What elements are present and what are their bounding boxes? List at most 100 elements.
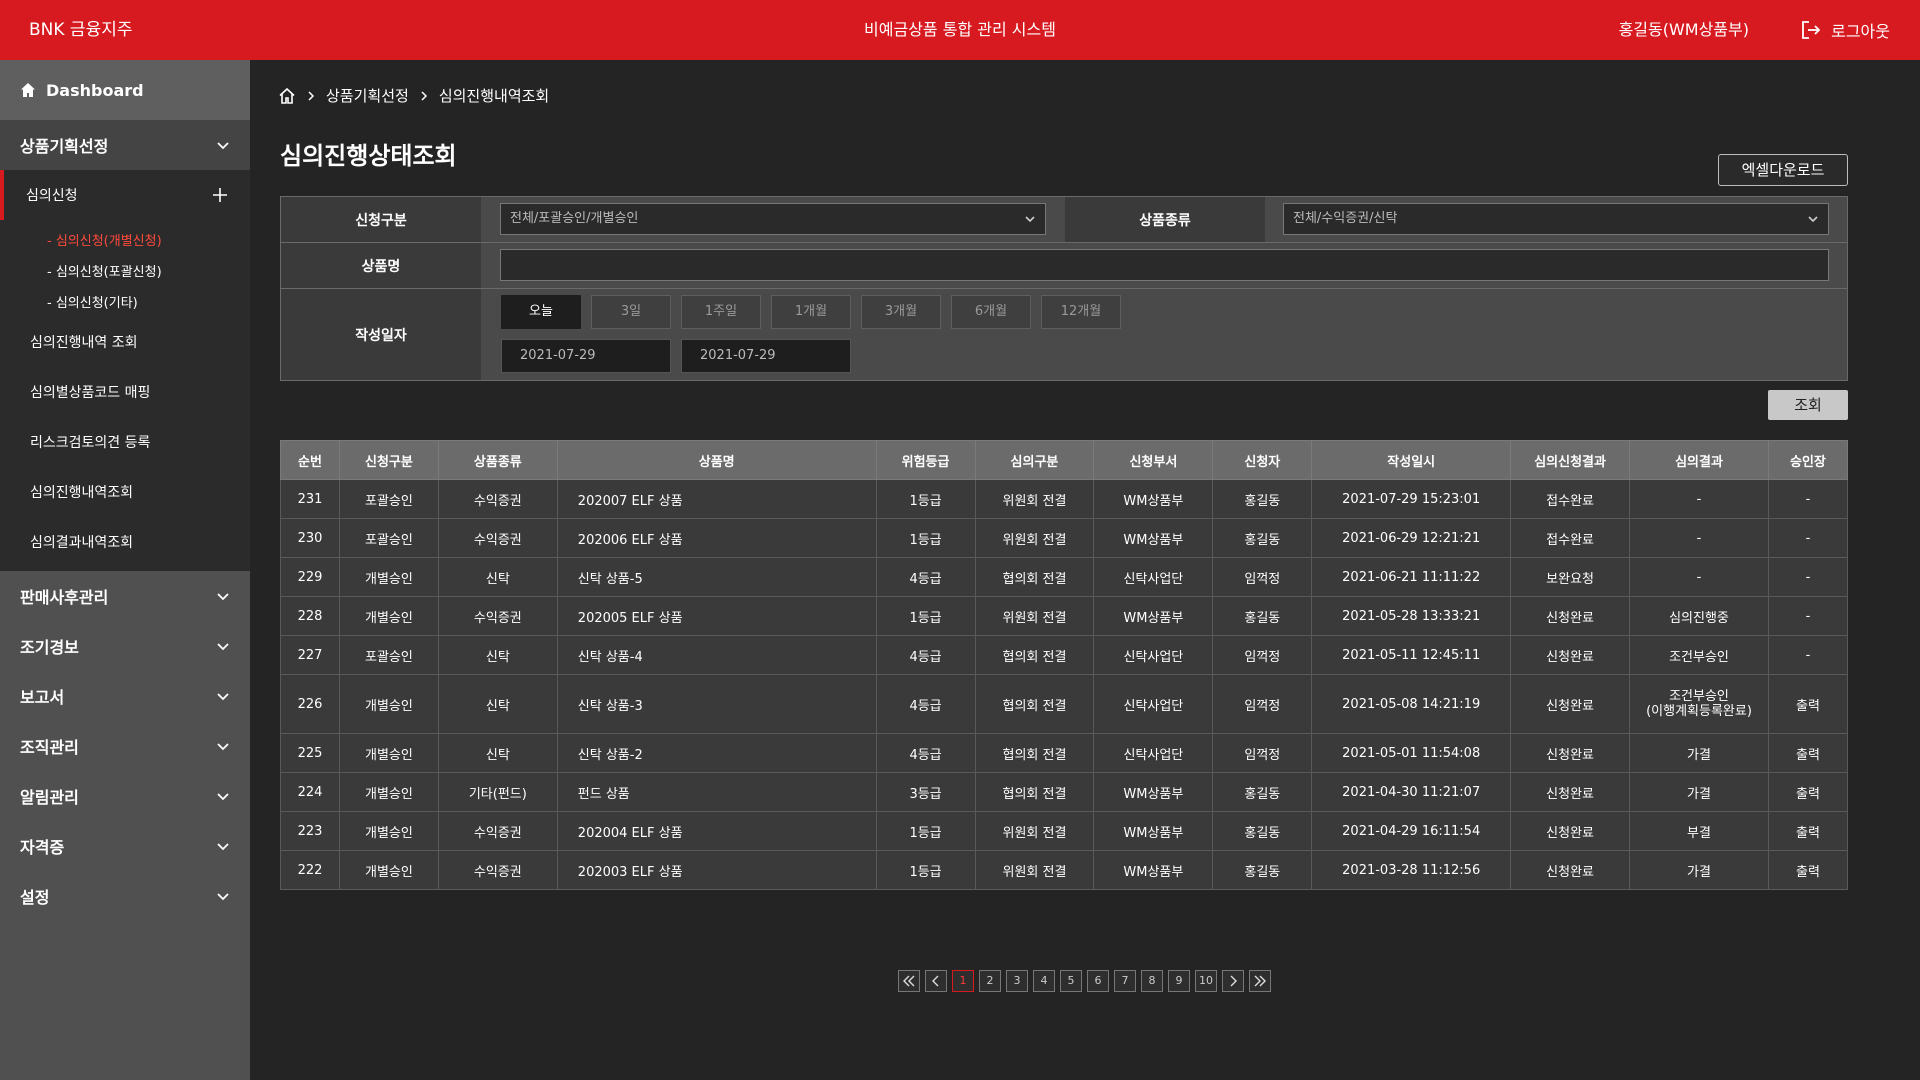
home-icon[interactable] bbox=[278, 87, 296, 105]
page-number-button[interactable]: 5 bbox=[1060, 970, 1082, 992]
last-page-button[interactable] bbox=[1249, 970, 1271, 992]
product-type-select[interactable]: 전체/수익증권/신탁 bbox=[1283, 203, 1829, 235]
table-cell: 224 bbox=[280, 772, 340, 812]
sidebar-item-review-result[interactable]: 심의결과내역조회 bbox=[0, 517, 250, 567]
table-cell[interactable]: 202007 ELF 상품 bbox=[556, 479, 877, 519]
table-row[interactable]: 226 개별승인 신탁 신탁 상품-3 4등급 협의회 전결 신탁사업단 임꺽정 2021-05… bbox=[280, 674, 1849, 734]
date-from-input[interactable]: 2021-07-29 bbox=[501, 339, 671, 373]
breadcrumb-item[interactable]: 심의진행내역조회 bbox=[439, 85, 549, 106]
sidebar-item-code-mapping[interactable]: 심의별상품코드 매핑 bbox=[0, 367, 250, 417]
brand-logo[interactable]: BNK 금융지주 bbox=[29, 0, 133, 60]
table-row[interactable]: 230 포괄승인 수익증권 202006 ELF 상품 1등급 위원회 전결 WM상품부 홍길… bbox=[280, 518, 1849, 558]
table-cell: 신청완료 bbox=[1510, 772, 1631, 812]
sidebar-item-dashboard[interactable]: Dashboard bbox=[0, 60, 250, 120]
table-cell[interactable]: 신탁 상품-4 bbox=[556, 635, 877, 675]
table-cell: 협의회 전결 bbox=[974, 635, 1095, 675]
date-to-input[interactable]: 2021-07-29 bbox=[681, 339, 851, 373]
period-1month-button[interactable]: 1개월 bbox=[771, 295, 851, 329]
logout-button[interactable]: 로그아웃 bbox=[1799, 0, 1890, 60]
sidebar-item-individual-request[interactable]: - 심의신청(개별신청) bbox=[0, 224, 250, 255]
table-cell: 개별승인 bbox=[338, 557, 439, 597]
prev-page-button[interactable] bbox=[925, 970, 947, 992]
table-cell: 신청완료 bbox=[1510, 733, 1631, 773]
table-row[interactable]: 225 개별승인 신탁 신탁 상품-2 4등급 협의회 전결 신탁사업단 임꺽정 2021-05… bbox=[280, 733, 1849, 773]
sidebar-menu-settings[interactable]: 설정 bbox=[0, 871, 250, 921]
sidebar-item-review-progress[interactable]: 심의진행내역조회 bbox=[0, 467, 250, 517]
sidebar-item-bulk-request[interactable]: - 심의신청(포괄신청) bbox=[0, 255, 250, 286]
table-cell[interactable]: 출력 bbox=[1767, 850, 1849, 890]
period-3month-button[interactable]: 3개월 bbox=[861, 295, 941, 329]
table-row[interactable]: 223 개별승인 수익증권 202004 ELF 상품 1등급 위원회 전결 WM상품부 홍길… bbox=[280, 811, 1849, 851]
sidebar-menu-reports[interactable]: 보고서 bbox=[0, 671, 250, 721]
next-page-button[interactable] bbox=[1222, 970, 1244, 992]
table-cell: 2021-05-01 11:54:08 bbox=[1311, 733, 1512, 773]
period-1week-button[interactable]: 1주일 bbox=[681, 295, 761, 329]
table-cell: 4등급 bbox=[875, 635, 976, 675]
page-number-button[interactable]: 10 bbox=[1195, 970, 1217, 992]
first-page-button[interactable] bbox=[898, 970, 920, 992]
sidebar-menu-notifications[interactable]: 알림관리 bbox=[0, 771, 250, 821]
user-name: 홍길동(WM상품부) bbox=[1618, 20, 1749, 39]
sidebar-item-review-history[interactable]: 심의진행내역 조회 bbox=[0, 317, 250, 367]
table-cell[interactable]: 202004 ELF 상품 bbox=[556, 811, 877, 851]
table-cell[interactable]: 신탁 상품-5 bbox=[556, 557, 877, 597]
page-number-button[interactable]: 7 bbox=[1114, 970, 1136, 992]
table-cell[interactable]: 출력 bbox=[1767, 674, 1849, 734]
column-header: 신청자 bbox=[1212, 440, 1313, 480]
table-cell: 홍길동 bbox=[1212, 596, 1313, 636]
page-number-button[interactable]: 9 bbox=[1168, 970, 1190, 992]
chevron-right-icon bbox=[1230, 975, 1237, 987]
table-cell: 신탁 bbox=[437, 674, 558, 734]
table-cell[interactable]: 202006 ELF 상품 bbox=[556, 518, 877, 558]
chevron-down-icon bbox=[217, 693, 229, 701]
sidebar-item-other-request[interactable]: - 심의신청(기타) bbox=[0, 286, 250, 317]
table-row[interactable]: 224 개별승인 기타(펀드) 펀드 상품 3등급 협의회 전결 WM상품부 홍길동 2021-… bbox=[280, 772, 1849, 812]
column-header: 심의구분 bbox=[974, 440, 1095, 480]
page-number-button[interactable]: 4 bbox=[1033, 970, 1055, 992]
table-cell: 부결 bbox=[1629, 811, 1769, 851]
page-number-button[interactable]: 2 bbox=[979, 970, 1001, 992]
sidebar-menu-after-sales[interactable]: 판매사후관리 bbox=[0, 571, 250, 621]
page-number-button[interactable]: 8 bbox=[1141, 970, 1163, 992]
period-12month-button[interactable]: 12개월 bbox=[1041, 295, 1121, 329]
product-name-input[interactable] bbox=[500, 249, 1829, 281]
table-row[interactable]: 227 포괄승인 신탁 신탁 상품-4 4등급 협의회 전결 신탁사업단 임꺽정 2021-05… bbox=[280, 635, 1849, 675]
page-number-button[interactable]: 1 bbox=[952, 970, 974, 992]
search-button[interactable]: 조회 bbox=[1768, 390, 1848, 420]
table-cell[interactable]: 출력 bbox=[1767, 733, 1849, 773]
period-today-button[interactable]: 오늘 bbox=[501, 295, 581, 329]
table-cell[interactable]: 출력 bbox=[1767, 811, 1849, 851]
table-cell[interactable]: 신탁 상품-2 bbox=[556, 733, 877, 773]
sidebar-menu-organization[interactable]: 조직관리 bbox=[0, 721, 250, 771]
table-cell: 협의회 전결 bbox=[974, 557, 1095, 597]
table-row[interactable]: 228 개별승인 수익증권 202005 ELF 상품 1등급 위원회 전결 WM상품부 홍길… bbox=[280, 596, 1849, 636]
table-row[interactable]: 222 개별승인 수익증권 202003 ELF 상품 1등급 위원회 전결 WM상품부 홍길… bbox=[280, 850, 1849, 890]
table-cell[interactable]: 신탁 상품-3 bbox=[556, 674, 877, 734]
apply-type-select[interactable]: 전체/포괄승인/개별승인 bbox=[500, 203, 1046, 235]
table-cell[interactable]: 펀드 상품 bbox=[556, 772, 877, 812]
logout-icon bbox=[1802, 21, 1821, 39]
table-cell: 230 bbox=[280, 518, 340, 558]
breadcrumb-item[interactable]: 상품기획선정 bbox=[326, 85, 409, 106]
table-row[interactable]: 231 포괄승인 수익증권 202007 ELF 상품 1등급 위원회 전결 WM상품부 홍길… bbox=[280, 479, 1849, 519]
period-6month-button[interactable]: 6개월 bbox=[951, 295, 1031, 329]
table-cell: 위원회 전결 bbox=[974, 518, 1095, 558]
excel-download-button[interactable]: 엑셀다운로드 bbox=[1718, 154, 1848, 186]
table-cell: WM상품부 bbox=[1093, 479, 1214, 519]
page-number-button[interactable]: 6 bbox=[1087, 970, 1109, 992]
table-cell[interactable]: 출력 bbox=[1767, 772, 1849, 812]
table-cell: 심의진행중 bbox=[1629, 596, 1769, 636]
sidebar-item-risk-opinion[interactable]: 리스크검토의견 등록 bbox=[0, 417, 250, 467]
sidebar-item-review-request[interactable]: 심의신청 bbox=[0, 170, 250, 220]
logout-label: 로그아웃 bbox=[1831, 22, 1890, 41]
table-row[interactable]: 229 개별승인 신탁 신탁 상품-5 4등급 협의회 전결 신탁사업단 임꺽정 2021-06… bbox=[280, 557, 1849, 597]
table-cell: 협의회 전결 bbox=[974, 674, 1095, 734]
period-3day-button[interactable]: 3일 bbox=[591, 295, 671, 329]
table-cell[interactable]: 202005 ELF 상품 bbox=[556, 596, 877, 636]
sidebar-menu-product-planning[interactable]: 상품기획선정 bbox=[0, 120, 250, 170]
table-cell[interactable]: 202003 ELF 상품 bbox=[556, 850, 877, 890]
page-number-button[interactable]: 3 bbox=[1006, 970, 1028, 992]
sidebar-menu-certificates[interactable]: 자격증 bbox=[0, 821, 250, 871]
column-header: 상품종류 bbox=[437, 440, 558, 480]
sidebar-menu-early-warning[interactable]: 조기경보 bbox=[0, 621, 250, 671]
